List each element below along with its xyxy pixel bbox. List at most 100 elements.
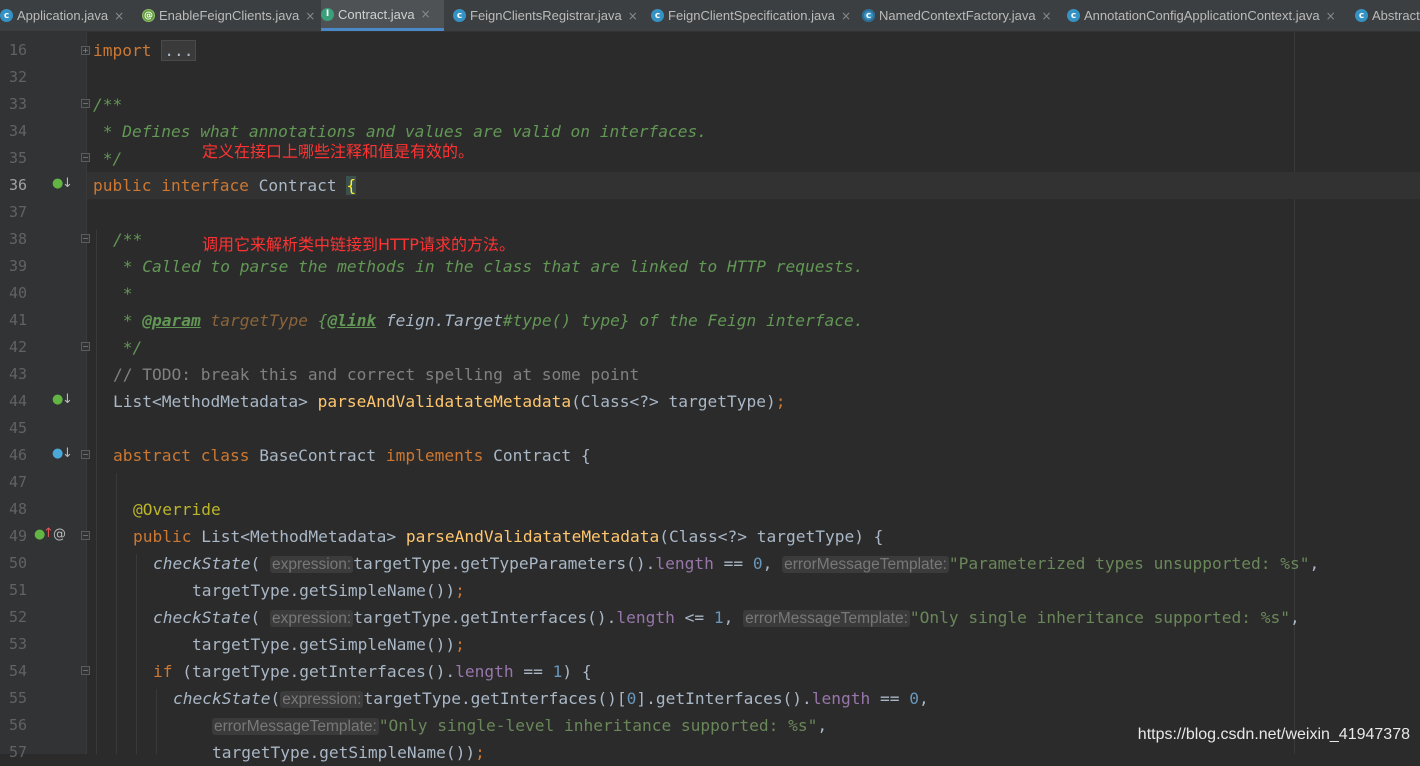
param-hint: errorMessageTemplate:: [743, 610, 910, 627]
class-icon: c: [453, 9, 466, 22]
indent-guide: [136, 554, 137, 754]
class-icon: c: [651, 9, 664, 22]
tab-abstract-truncated[interactable]: c Abstract: [1355, 0, 1420, 31]
code-line-55[interactable]: checkState(expression: targetType.getInte…: [173, 685, 929, 712]
param-hint: errorMessageTemplate:: [782, 556, 949, 573]
fold-marker-icon[interactable]: +: [81, 46, 90, 55]
line-number: 47: [8, 473, 27, 491]
right-margin-guide: [1294, 32, 1295, 754]
close-icon[interactable]: ×: [628, 9, 638, 23]
code-line-49[interactable]: public List<MethodMetadata> parseAndVali…: [133, 523, 883, 550]
line-number: 57: [8, 743, 27, 761]
line-number: 53: [8, 635, 27, 653]
param-hint: expression:: [269, 556, 354, 573]
close-icon[interactable]: ×: [305, 9, 315, 23]
tab-enablefeignclients-java[interactable]: @ EnableFeignClients.java ×: [142, 0, 317, 31]
code-line-42[interactable]: */: [113, 334, 143, 361]
code-line-44[interactable]: List<MethodMetadata> parseAndValidatateM…: [113, 388, 785, 415]
line-number: 55: [8, 689, 27, 707]
line-number: 32: [8, 68, 27, 86]
tab-label: Application.java: [17, 8, 109, 23]
tab-label: FeignClientsRegistrar.java: [470, 8, 622, 23]
code-line-35[interactable]: */: [93, 145, 123, 172]
down-arrow-icon[interactable]: ↓: [62, 446, 73, 461]
code-line-40[interactable]: *: [113, 280, 133, 307]
code-line-41[interactable]: * @param targetType {@link feign.Target#…: [113, 307, 864, 334]
param-hint: expression:: [280, 691, 364, 708]
line-number: 48: [8, 500, 27, 518]
tab-annotationconfigapplicationcontext-java[interactable]: c AnnotationConfigApplicationContext.jav…: [1067, 0, 1345, 31]
close-icon[interactable]: ×: [1042, 9, 1052, 23]
abstract-class-icon: c: [862, 9, 875, 22]
editor-tab-bar: c Application.java × @ EnableFeignClient…: [0, 0, 1420, 32]
code-line-36[interactable]: public interface Contract {: [93, 172, 357, 199]
line-number: 34: [8, 122, 27, 140]
tab-label: AnnotationConfigApplicationContext.java: [1084, 8, 1320, 23]
line-number: 37: [8, 203, 27, 221]
code-line-56[interactable]: errorMessageTemplate: "Only single-level …: [173, 712, 827, 739]
annotation-icon: @: [142, 9, 155, 22]
translation-note: 定义在接口上哪些注释和值是有效的。: [202, 142, 475, 161]
code-line-16[interactable]: import ...: [93, 37, 197, 64]
code-line-52[interactable]: checkState( expression: targetType.getInt…: [153, 604, 1300, 631]
code-line-33[interactable]: /**: [93, 91, 122, 118]
fold-marker-icon[interactable]: −: [81, 153, 90, 162]
down-arrow-icon[interactable]: ↓: [62, 176, 73, 191]
line-number: 56: [8, 716, 27, 734]
line-number: 43: [8, 365, 27, 383]
tab-label: Abstract: [1372, 8, 1420, 23]
indent-guide: [156, 689, 157, 754]
param-hint: expression:: [269, 610, 354, 627]
code-line-50[interactable]: checkState( expression: targetType.getTyp…: [153, 550, 1319, 577]
folded-imports[interactable]: ...: [161, 40, 197, 61]
code-line-53[interactable]: targetType.getSimpleName());: [153, 631, 465, 658]
close-icon[interactable]: ×: [421, 7, 431, 21]
fold-marker-icon[interactable]: −: [81, 666, 90, 675]
code-line-34[interactable]: * Defines what annotations and values ar…: [93, 118, 707, 145]
code-line-46[interactable]: abstract class BaseContract implements C…: [113, 442, 591, 469]
tab-application-java[interactable]: c Application.java ×: [0, 0, 138, 31]
code-line-38[interactable]: /**: [113, 226, 142, 253]
code-line-51[interactable]: targetType.getSimpleName());: [153, 577, 465, 604]
line-number: 46: [8, 446, 27, 464]
line-number: 49: [8, 527, 27, 545]
tab-feignclientspecification-java[interactable]: c FeignClientSpecification.java ×: [651, 0, 856, 31]
fold-marker-icon[interactable]: −: [81, 450, 90, 459]
line-number: 40: [8, 284, 27, 302]
close-icon[interactable]: ×: [841, 9, 851, 23]
code-line-57[interactable]: targetType.getSimpleName());: [173, 739, 485, 766]
fold-marker-icon[interactable]: −: [81, 99, 90, 108]
line-number: 54: [8, 662, 27, 680]
code-line-48[interactable]: @Override: [133, 496, 221, 523]
override-at-icon[interactable]: @: [53, 527, 66, 542]
line-number: 44: [8, 392, 27, 410]
line-number: 51: [8, 581, 27, 599]
watermark-url: https://blog.csdn.net/weixin_41947378: [1137, 726, 1410, 743]
code-line-39[interactable]: * Called to parse the methods in the cla…: [113, 253, 864, 280]
line-number: 33: [8, 95, 27, 113]
tab-contract-java[interactable]: I Contract.java ×: [321, 0, 444, 31]
fold-marker-icon[interactable]: −: [81, 531, 90, 540]
code-line-54[interactable]: if (targetType.getInterfaces().length ==…: [153, 658, 592, 685]
spring-class-icon: c: [0, 9, 13, 22]
class-icon: c: [1355, 9, 1368, 22]
indent-guide: [116, 473, 117, 754]
code-line-43[interactable]: // TODO: break this and correct spelling…: [113, 361, 639, 388]
down-arrow-icon[interactable]: ↓: [62, 392, 73, 407]
tab-feignclientsregistrar-java[interactable]: c FeignClientsRegistrar.java ×: [453, 0, 643, 31]
line-number: 50: [8, 554, 27, 572]
fold-marker-icon[interactable]: −: [81, 234, 90, 243]
interface-icon: I: [321, 7, 334, 21]
close-icon[interactable]: ×: [114, 9, 124, 23]
indent-guide: [96, 230, 97, 754]
line-number: 38: [8, 230, 27, 248]
param-hint: errorMessageTemplate:: [211, 718, 379, 735]
line-number: 45: [8, 419, 27, 437]
tab-label: Contract.java: [338, 6, 415, 22]
tab-namedcontextfactory-java[interactable]: c NamedContextFactory.java ×: [862, 0, 1060, 31]
line-number: 16: [8, 41, 27, 59]
close-icon[interactable]: ×: [1326, 9, 1336, 23]
fold-marker-icon[interactable]: −: [81, 342, 90, 351]
line-number: 35: [8, 149, 27, 167]
line-number: 39: [8, 257, 27, 275]
